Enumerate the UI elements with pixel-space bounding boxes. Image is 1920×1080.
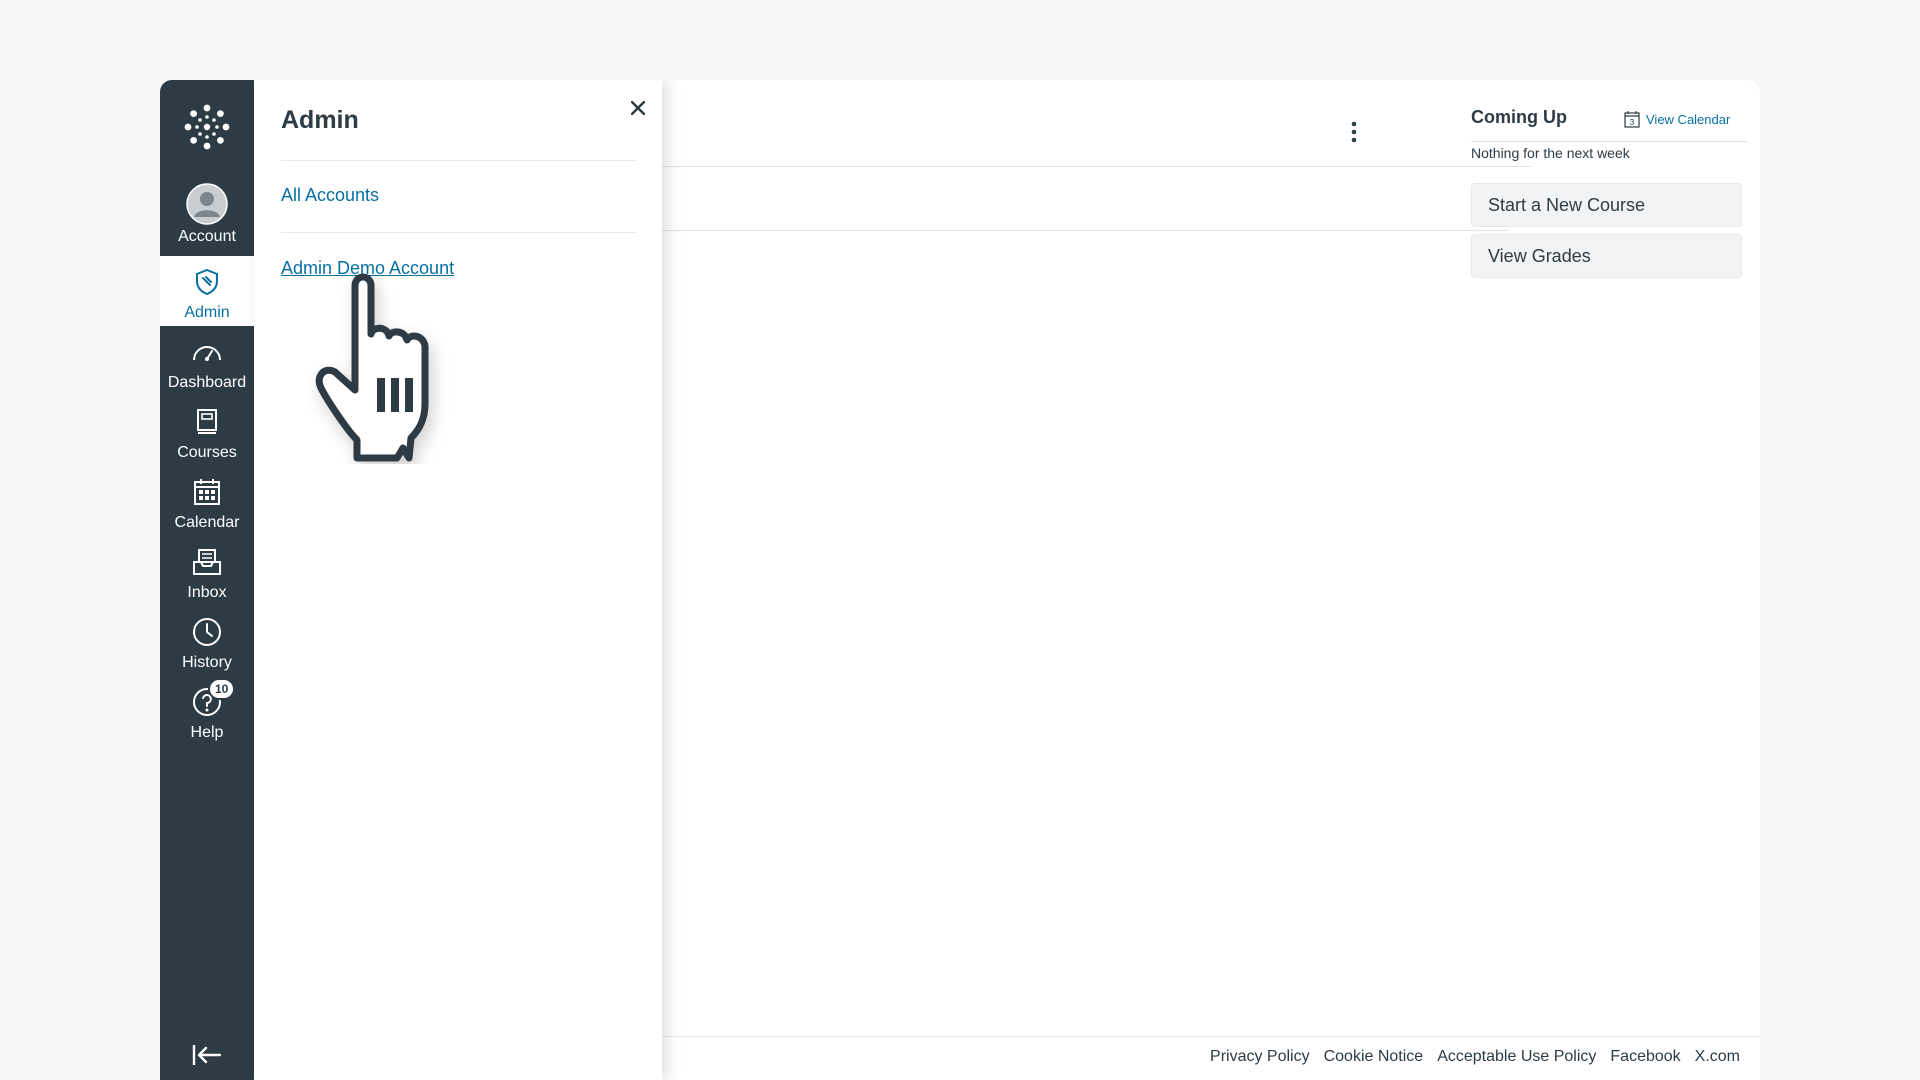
collapse-nav-icon[interactable]: [190, 1040, 224, 1070]
nav-item-dashboard[interactable]: Dashboard: [160, 326, 254, 396]
user-avatar-icon: [186, 183, 228, 225]
footer-divider: [662, 1036, 1760, 1037]
footer-link-x[interactable]: X.com: [1695, 1048, 1740, 1066]
avatar: [185, 182, 229, 226]
nav-item-calendar[interactable]: Calendar: [160, 466, 254, 536]
admin-shield-icon: [187, 262, 227, 302]
nav-label-account: Account: [178, 228, 236, 245]
app-window: Account Admin Dashboard Courses Calendar…: [160, 80, 1760, 1080]
nav-item-help[interactable]: 10 Help: [160, 676, 254, 746]
view-calendar-label: View Calendar: [1646, 111, 1731, 127]
nav-label-admin: Admin: [184, 304, 230, 321]
close-tray-button[interactable]: [624, 94, 652, 122]
history-clock-icon: [187, 612, 227, 652]
nav-label-help: Help: [190, 724, 224, 741]
courses-book-icon: [187, 402, 227, 442]
nav-label-calendar: Calendar: [174, 514, 240, 531]
calendar-icon: [187, 472, 227, 512]
tray-divider: [281, 160, 637, 161]
nav-item-courses[interactable]: Courses: [160, 396, 254, 466]
nav-item-history[interactable]: History: [160, 606, 254, 676]
nav-label-courses: Courses: [177, 444, 237, 461]
help-notification-badge: 10: [208, 678, 236, 700]
close-icon: [631, 101, 645, 115]
nav-label-history: History: [182, 654, 232, 671]
tray-link-all-accounts[interactable]: All Accounts: [281, 185, 379, 206]
start-new-course-button[interactable]: Start a New Course: [1471, 183, 1742, 227]
footer-links: Privacy Policy Cookie Notice Acceptable …: [1210, 1048, 1740, 1066]
coming-up-divider: [1471, 141, 1748, 142]
nav-item-account[interactable]: Account: [160, 178, 254, 256]
view-grades-button[interactable]: View Grades: [1471, 234, 1742, 278]
canvas-logo-icon[interactable]: [182, 102, 232, 152]
view-calendar-link[interactable]: 3 View Calendar: [1624, 110, 1730, 128]
calendar-icon: 3: [1624, 111, 1640, 128]
content-divider: [662, 230, 1508, 231]
tray-divider: [281, 232, 637, 233]
dashboard-gauge-icon: [187, 332, 227, 372]
nav-label-inbox: Inbox: [187, 584, 227, 601]
inbox-icon: [187, 542, 227, 582]
coming-up-empty-text: Nothing for the next week: [1471, 145, 1630, 161]
tray-title: Admin: [281, 106, 359, 134]
more-options-icon[interactable]: [1344, 118, 1364, 148]
global-navigation: Account Admin Dashboard Courses Calendar…: [160, 80, 254, 1080]
admin-tray: Admin All Accounts Admin Demo Account: [254, 80, 662, 1080]
coming-up-title: Coming Up: [1471, 107, 1567, 127]
footer-link-acceptable-use-policy[interactable]: Acceptable Use Policy: [1437, 1048, 1596, 1066]
nav-item-admin[interactable]: Admin: [160, 256, 254, 326]
footer-link-cookie-notice[interactable]: Cookie Notice: [1324, 1048, 1424, 1066]
nav-label-dashboard: Dashboard: [167, 374, 247, 391]
nav-item-inbox[interactable]: Inbox: [160, 536, 254, 606]
header-divider: [662, 166, 1532, 167]
pointer-hand-cursor-icon: [315, 273, 429, 462]
footer-link-privacy-policy[interactable]: Privacy Policy: [1210, 1048, 1310, 1066]
footer-link-facebook[interactable]: Facebook: [1610, 1048, 1680, 1066]
calendar-icon-day: 3: [1630, 118, 1635, 127]
